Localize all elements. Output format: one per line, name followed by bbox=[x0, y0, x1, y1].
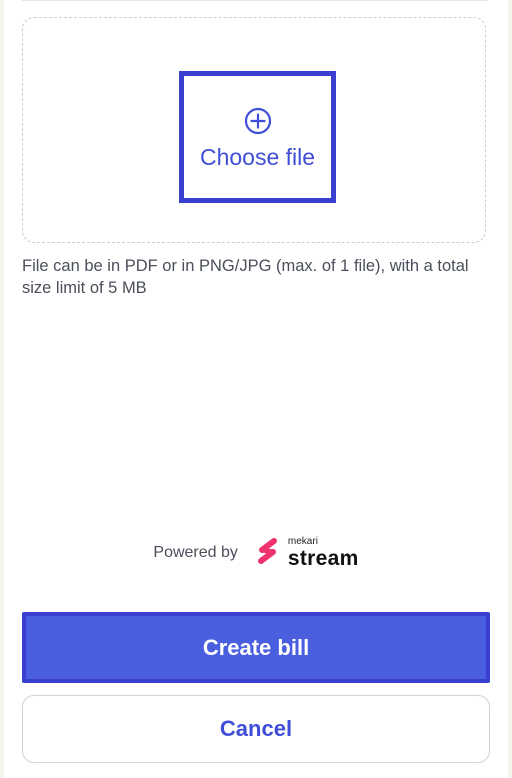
mekari-stream-logo: mekari stream bbox=[256, 537, 359, 569]
brand-wordmark: mekari stream bbox=[287, 536, 359, 570]
file-requirements-text: File can be in PDF or in PNG/JPG (max. o… bbox=[22, 257, 469, 297]
create-bill-button[interactable]: Create bill bbox=[22, 612, 490, 683]
choose-file-label: Choose file bbox=[199, 144, 316, 170]
mekari-stream-logo-icon bbox=[257, 538, 277, 564]
brand-small-text: mekari bbox=[287, 536, 318, 547]
powered-by-label: Powered by bbox=[153, 544, 238, 561]
plus-circle-icon bbox=[244, 107, 271, 135]
powered-by-row: Powered by mekari stream bbox=[0, 535, 512, 571]
brand-name-text: stream bbox=[287, 547, 359, 570]
choose-file-button[interactable]: Choose file bbox=[179, 71, 336, 203]
cancel-button[interactable]: Cancel bbox=[22, 695, 490, 763]
top-divider bbox=[22, 0, 488, 1]
